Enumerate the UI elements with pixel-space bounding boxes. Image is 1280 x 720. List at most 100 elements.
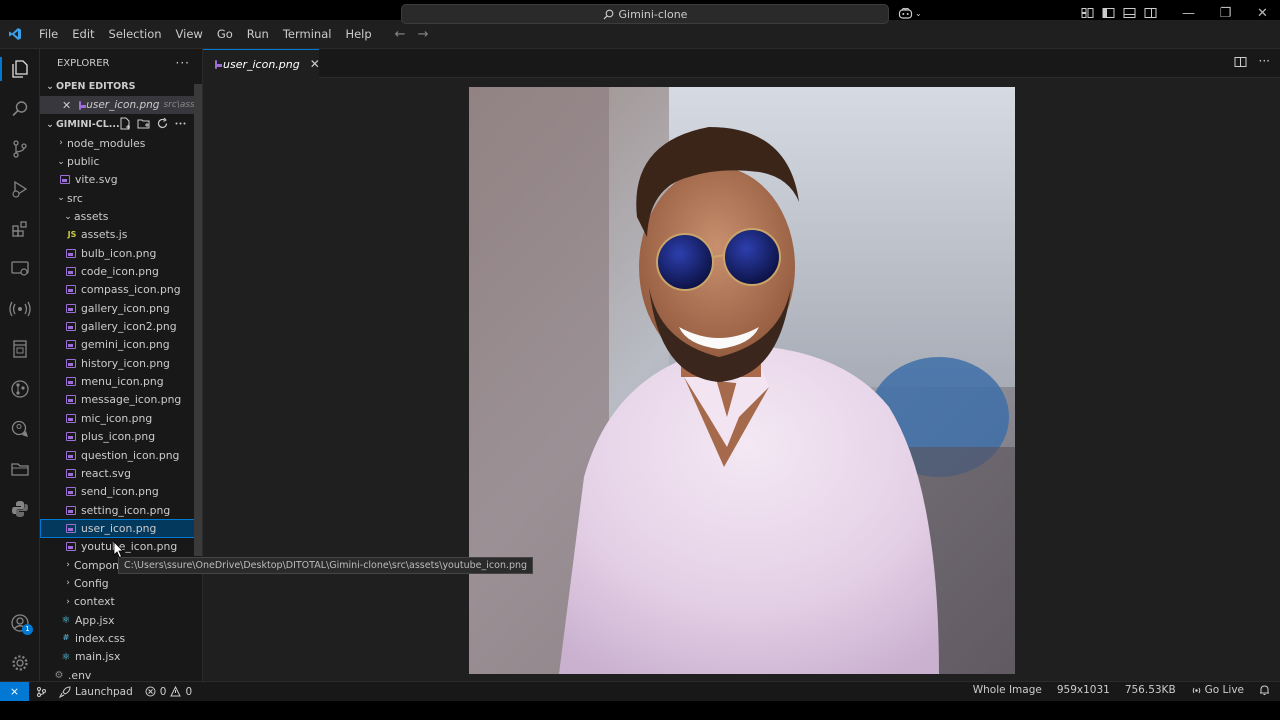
project-section[interactable]: ⌄ GIMINI-CL...: [40, 115, 202, 134]
menu-selection[interactable]: Selection: [102, 27, 169, 41]
tree-item-label: vite.svg: [75, 173, 118, 187]
more-actions-icon[interactable]: ···: [1259, 55, 1270, 68]
refresh-icon[interactable]: [156, 117, 169, 130]
tree-file[interactable]: mic_icon.png: [40, 409, 202, 427]
tree-folder[interactable]: ⌄ assets: [40, 207, 202, 225]
menu-file[interactable]: File: [32, 27, 65, 41]
explorer-icon[interactable]: [8, 57, 32, 81]
project-manager-icon[interactable]: [8, 457, 32, 481]
menu-edit[interactable]: Edit: [65, 27, 101, 41]
image-file-icon: [66, 358, 76, 368]
forward-arrow-icon[interactable]: →: [418, 27, 429, 42]
tree-file[interactable]: compass_icon.png: [40, 281, 202, 299]
vscode-logo-icon[interactable]: [0, 27, 30, 41]
more-actions-icon[interactable]: ···: [176, 56, 190, 70]
tree-file[interactable]: user_icon.png: [40, 519, 202, 538]
run-debug-icon[interactable]: [8, 177, 32, 201]
tree-file[interactable]: ⚙ .env: [40, 666, 202, 681]
back-arrow-icon[interactable]: ←: [395, 27, 406, 42]
close-icon[interactable]: ✕: [310, 57, 320, 71]
customize-layout-icon[interactable]: [1081, 7, 1094, 19]
tree-item-label: mic_icon.png: [81, 411, 153, 425]
menu-run[interactable]: Run: [240, 27, 276, 41]
go-live-button[interactable]: Go Live: [1191, 684, 1244, 696]
search-icon[interactable]: [8, 97, 32, 121]
tree-file[interactable]: message_icon.png: [40, 391, 202, 409]
tree-file[interactable]: ⚛ main.jsx: [40, 648, 202, 666]
accounts-icon[interactable]: 1: [8, 611, 33, 635]
new-file-icon[interactable]: [119, 117, 132, 130]
accounts-badge: 1: [22, 624, 33, 635]
tree-file[interactable]: question_icon.png: [40, 446, 202, 464]
chevron-down-icon: ⌄: [64, 211, 72, 222]
sidebar-scrollbar[interactable]: [194, 84, 202, 556]
inspect-icon[interactable]: [8, 417, 32, 441]
copilot-button[interactable]: ⌄: [898, 7, 922, 19]
tree-folder[interactable]: › context: [40, 593, 202, 611]
image-file-icon: [66, 505, 76, 515]
tree-file[interactable]: history_icon.png: [40, 354, 202, 372]
tree-file[interactable]: send_icon.png: [40, 483, 202, 501]
open-editors-section[interactable]: ⌄ OPEN EDITORS: [40, 77, 202, 96]
tree-file[interactable]: gallery_icon2.png: [40, 317, 202, 335]
notebook-icon[interactable]: [8, 337, 32, 361]
gitlens-icon[interactable]: [8, 377, 32, 401]
tree-item-label: gallery_icon.png: [81, 301, 170, 315]
python-icon[interactable]: [8, 497, 32, 521]
tree-file[interactable]: setting_icon.png: [40, 501, 202, 519]
minimize-icon[interactable]: —: [1170, 3, 1207, 25]
collapse-all-icon[interactable]: [174, 117, 187, 130]
settings-gear-icon[interactable]: [8, 651, 32, 675]
tree-file[interactable]: menu_icon.png: [40, 372, 202, 390]
file-tree: › node_modules ⌄ public vite.svg ⌄ src ⌄ assets J…: [40, 134, 202, 681]
tree-file[interactable]: gemini_icon.png: [40, 336, 202, 354]
remote-explorer-icon[interactable]: [8, 257, 32, 281]
toggle-panel-icon[interactable]: [1123, 7, 1136, 19]
source-control-icon[interactable]: [8, 137, 32, 161]
image-file-icon: [66, 468, 76, 478]
tree-file[interactable]: ⚛ App.jsx: [40, 611, 202, 629]
tree-file[interactable]: vite.svg: [40, 171, 202, 189]
menu-go[interactable]: Go: [210, 27, 240, 41]
open-editors-label: OPEN EDITORS: [56, 81, 136, 92]
close-icon[interactable]: ✕: [62, 99, 71, 112]
tree-folder[interactable]: ⌄ src: [40, 189, 202, 207]
tree-file[interactable]: gallery_icon.png: [40, 299, 202, 317]
command-center-search[interactable]: Gimini-clone: [401, 4, 889, 24]
tree-file[interactable]: bulb_icon.png: [40, 244, 202, 262]
env-file-icon: ⚙: [54, 670, 64, 681]
menu-terminal[interactable]: Terminal: [276, 27, 339, 41]
tree-file[interactable]: code_icon.png: [40, 262, 202, 280]
restore-icon[interactable]: ❐: [1207, 3, 1244, 25]
remote-indicator-icon[interactable]: ⨯: [0, 682, 29, 701]
split-editor-icon[interactable]: [1234, 56, 1247, 68]
open-editor-item[interactable]: ✕ user_icon.png src\assets: [40, 96, 202, 114]
extensions-status-icon[interactable]: [35, 686, 47, 698]
launchpad-button[interactable]: Launchpad: [59, 686, 133, 698]
tree-item-label: gallery_icon2.png: [81, 320, 177, 334]
tab-user-icon[interactable]: user_icon.png ✕: [203, 49, 320, 78]
photo-preview[interactable]: [469, 87, 1015, 674]
image-file-icon: [66, 413, 76, 423]
tree-folder[interactable]: › node_modules: [40, 134, 202, 152]
menu-view[interactable]: View: [169, 27, 210, 41]
toggle-secondary-sidebar-icon[interactable]: [1144, 7, 1157, 19]
notifications-bell-icon[interactable]: [1259, 684, 1270, 696]
image-file-icon: [66, 340, 76, 350]
tree-folder[interactable]: › Config: [40, 574, 202, 592]
menu-help[interactable]: Help: [338, 27, 378, 41]
new-folder-icon[interactable]: [137, 117, 151, 130]
close-window-icon[interactable]: ✕: [1244, 3, 1280, 25]
tree-file[interactable]: plus_icon.png: [40, 428, 202, 446]
extensions-icon[interactable]: [8, 217, 32, 241]
live-share-icon[interactable]: [8, 297, 32, 321]
tree-file[interactable]: JS assets.js: [40, 226, 202, 244]
toggle-primary-sidebar-icon[interactable]: [1102, 7, 1115, 19]
activity-bar: 1: [0, 49, 40, 681]
tree-folder[interactable]: ⌄ public: [40, 152, 202, 170]
tree-item-label: history_icon.png: [81, 356, 170, 370]
problems-indicator[interactable]: 0 0: [145, 686, 192, 698]
tree-file[interactable]: # index.css: [40, 629, 202, 647]
tree-file[interactable]: react.svg: [40, 464, 202, 482]
zoom-mode[interactable]: Whole Image: [973, 684, 1042, 696]
